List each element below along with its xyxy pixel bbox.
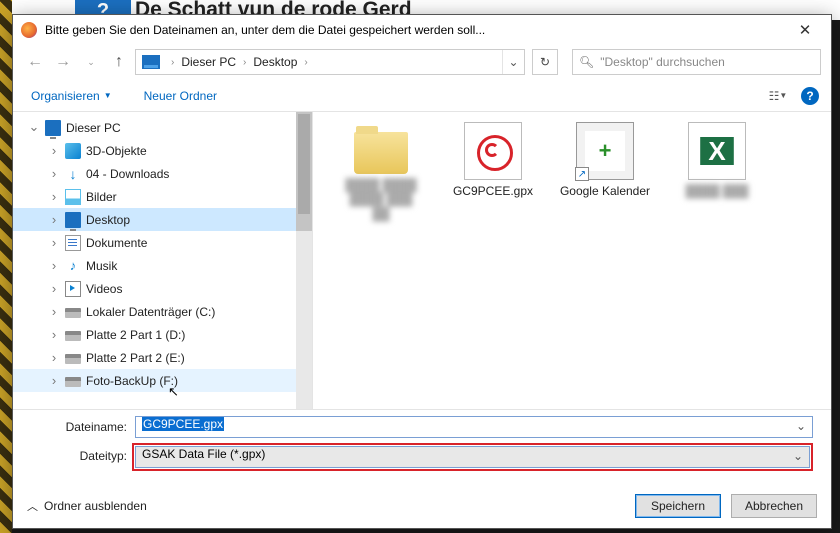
path-segment-desktop[interactable]: Desktop [251, 55, 299, 69]
expand-icon[interactable] [48, 166, 60, 181]
save-file-dialog: Bitte geben Sie den Dateinamen an, unter… [12, 14, 832, 529]
picture-icon [65, 189, 81, 205]
tree-item-videos[interactable]: Videos [13, 277, 312, 300]
filetype-highlight: GSAK Data File (*.gpx) [132, 443, 813, 471]
search-placeholder: "Desktop" durchsuchen [600, 55, 725, 69]
monitor-icon [45, 120, 61, 136]
filename-value: GC9PCEE.gpx [142, 417, 224, 431]
folder-icon [354, 132, 408, 174]
expand-icon[interactable] [48, 212, 60, 227]
file-item-folder[interactable]: ████ ████████ █████ [333, 122, 429, 221]
help-button[interactable]: ? [801, 87, 819, 105]
view-options-button[interactable]: ☷ ▼ [765, 84, 791, 108]
tree-item-desktop[interactable]: Desktop [13, 208, 312, 231]
tree-item-documents[interactable]: Dokumente [13, 231, 312, 254]
hide-folders-button[interactable]: ︿ Ordner ausblenden [27, 498, 147, 514]
titlebar: Bitte geben Sie den Dateinamen an, unter… [13, 15, 831, 44]
tree-item-music[interactable]: ♪Musik [13, 254, 312, 277]
filetype-value: GSAK Data File (*.gpx) [142, 447, 265, 461]
chevron-icon[interactable]: › [238, 57, 251, 68]
music-icon: ♪ [65, 258, 81, 274]
forward-button: → [51, 50, 75, 74]
tree-root-this-pc[interactable]: Dieser PC [13, 116, 312, 139]
tree-item-pictures[interactable]: Bilder [13, 185, 312, 208]
search-icon: 🔍︎ [579, 55, 594, 69]
chevron-up-icon: ︿ [27, 498, 38, 514]
file-item-excel[interactable]: ████ ███ [669, 122, 765, 221]
chevron-icon[interactable]: › [166, 57, 179, 68]
dialog-title: Bitte geben Sie den Dateinamen an, unter… [45, 23, 785, 37]
cube-icon [65, 143, 81, 159]
app-shortcut-icon: ↗ [576, 122, 634, 180]
file-item-gpx[interactable]: GC9PCEE.gpx [445, 122, 541, 221]
form-area: Dateiname: GC9PCEE.gpx Dateityp: GSAK Da… [13, 410, 831, 484]
drive-icon [65, 308, 81, 318]
video-icon [65, 281, 81, 297]
tree-item-drive-e[interactable]: Platte 2 Part 2 (E:) [13, 346, 312, 369]
file-item-shortcut[interactable]: ↗ Google Kalender [557, 122, 653, 221]
file-label: ████ ███ [686, 184, 749, 198]
expand-icon[interactable] [48, 281, 60, 296]
recent-dropdown[interactable]: ⌄ [79, 50, 103, 74]
toolbar: Organisieren▼ Neuer Ordner ☷ ▼ ? [13, 80, 831, 112]
shortcut-arrow-icon: ↗ [575, 167, 589, 181]
search-input[interactable]: 🔍︎ "Desktop" durchsuchen [572, 49, 821, 75]
drive-icon [65, 377, 81, 387]
file-label: GC9PCEE.gpx [453, 184, 533, 198]
desktop-icon [65, 212, 81, 228]
tree-item-downloads[interactable]: ↓04 - Downloads [13, 162, 312, 185]
chevron-icon[interactable]: › [299, 57, 312, 68]
dialog-footer: ︿ Ordner ausblenden Speichern Abbrechen [13, 484, 831, 528]
organize-button[interactable]: Organisieren▼ [25, 85, 118, 107]
document-icon [65, 235, 81, 251]
folder-tree: Dieser PC 3D-Objekte ↓04 - Downloads Bil… [13, 112, 313, 409]
expand-icon[interactable] [48, 258, 60, 273]
filename-input[interactable]: GC9PCEE.gpx [135, 416, 813, 438]
cancel-button[interactable]: Abbrechen [731, 494, 817, 518]
excel-file-icon [688, 122, 746, 180]
tree-scrollbar[interactable] [296, 112, 312, 409]
file-list[interactable]: ████ ████████ █████ GC9PCEE.gpx ↗ Google… [313, 112, 831, 409]
expand-icon[interactable] [48, 189, 60, 204]
address-dropdown[interactable]: ⌄ [502, 50, 524, 74]
tree-item-drive-f[interactable]: Foto-BackUp (F:) [13, 369, 312, 392]
tree-item-drive-d[interactable]: Platte 2 Part 1 (D:) [13, 323, 312, 346]
dropdown-icon: ▼ [104, 91, 112, 100]
save-button[interactable]: Speichern [635, 494, 721, 518]
close-button[interactable]: ✕ [785, 16, 825, 44]
file-label: ████ ████████ █████ [345, 178, 416, 221]
refresh-button[interactable]: ↻ [532, 49, 558, 75]
expand-icon[interactable] [48, 304, 60, 319]
monitor-icon [142, 55, 160, 69]
gpx-file-icon [464, 122, 522, 180]
tree-item-3d-objects[interactable]: 3D-Objekte [13, 139, 312, 162]
expand-icon[interactable] [48, 327, 60, 342]
tree-item-drive-c[interactable]: Lokaler Datenträger (C:) [13, 300, 312, 323]
download-icon: ↓ [65, 166, 81, 182]
filename-label: Dateiname: [31, 420, 127, 434]
filetype-label: Dateityp: [31, 449, 127, 463]
address-bar[interactable]: › Dieser PC › Desktop › ⌄ [135, 49, 525, 75]
firefox-icon [21, 22, 37, 38]
path-segment-pc[interactable]: Dieser PC [179, 55, 238, 69]
filetype-dropdown[interactable]: GSAK Data File (*.gpx) [135, 446, 810, 468]
up-button[interactable]: ↑ [107, 50, 131, 74]
expand-icon[interactable] [48, 143, 60, 158]
drive-icon [65, 331, 81, 341]
navigation-bar: ← → ⌄ ↑ › Dieser PC › Desktop › ⌄ ↻ 🔍︎ "… [13, 44, 831, 80]
back-button[interactable]: ← [23, 50, 47, 74]
expand-icon[interactable] [48, 350, 60, 365]
expand-icon[interactable] [28, 120, 40, 136]
new-folder-button[interactable]: Neuer Ordner [138, 85, 223, 107]
file-label: Google Kalender [560, 184, 650, 198]
expand-icon[interactable] [48, 235, 60, 250]
drive-icon [65, 354, 81, 364]
expand-icon[interactable] [48, 373, 60, 388]
